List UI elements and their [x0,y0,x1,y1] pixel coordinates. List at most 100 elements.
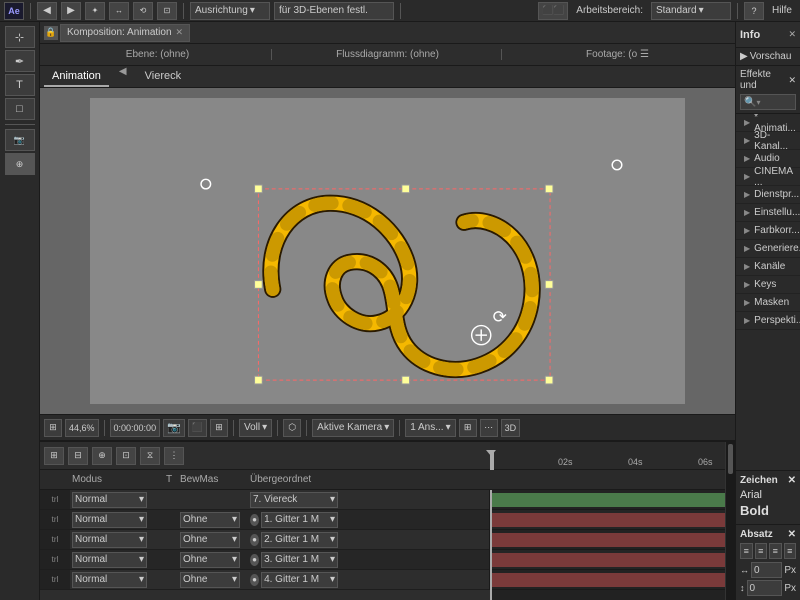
absatz-close-icon[interactable]: ✕ [788,529,796,540]
views-dropdown[interactable]: 1 Ans... ▾ [405,419,455,437]
mode-dropdown-3[interactable]: Normal ▾ [72,532,147,548]
camera-dropdown[interactable]: Aktive Kamera ▾ [312,419,394,437]
effect-3d-kanal[interactable]: 3D-Kanal... [736,132,800,150]
show-render-icon[interactable]: ⬛ [188,419,207,437]
tl-icon2[interactable]: ⊟ [68,447,88,465]
bewmas-dropdown-5[interactable]: Ohne ▾ [180,572,240,588]
quality-dropdown[interactable]: Voll ▾ [239,419,272,437]
orbit-tool[interactable]: ⊕ [5,153,35,175]
mode-dropdown-1[interactable]: Normal ▾ [72,492,147,508]
layer-eye-icon-4[interactable]: ● [250,554,259,566]
layer-name-dropdown-2[interactable]: 1. Gitter 1 M ▾ [261,512,338,528]
tool2-icon[interactable]: ↔ [109,2,129,20]
tl-icon6[interactable]: ⋮ [164,447,184,465]
effect-dienst[interactable]: Dienstpr... [736,186,800,204]
ebene-section: Ebene: (ohne) [44,49,272,60]
grid-icon[interactable]: ⊞ [210,419,228,437]
effect-masken[interactable]: Masken [736,294,800,312]
tab-animation[interactable]: Animation [44,66,109,87]
effect-einstellung[interactable]: Einstellu... [736,204,800,222]
help-icon[interactable]: ? [744,2,764,20]
bewmas-dropdown-3[interactable]: Ohne ▾ [180,532,240,548]
px-input-2[interactable]: 0 [747,580,783,596]
align-justify-icon[interactable]: ≡ [784,543,797,559]
top-toolbar: Ae ◀ ▶ ✦ ↔ ⟲ ⊡ Ausrichtung ▾ für 3D-Eben… [0,0,800,22]
timeline-right: 02s 04s 06s 08s [490,442,735,600]
effects-search[interactable]: 🔍 ▾ [740,94,796,110]
layer-eye-icon-5[interactable]: ● [250,574,259,586]
workspace-dropdown[interactable]: Standard ▾ [651,2,731,20]
playhead[interactable] [490,490,492,600]
more-icon[interactable]: ⋯ [480,419,498,437]
mode-dropdown-4[interactable]: Normal ▾ [72,552,147,568]
ruler-06s: 06s [698,457,713,467]
vorschau-title[interactable]: ▶ Vorschau [740,51,796,62]
effect-cinema[interactable]: CINEMA ... [736,168,800,186]
separator3 [400,3,401,19]
align-center-icon[interactable]: ≡ [755,543,768,559]
effect-keys[interactable]: Keys [736,276,800,294]
expand-icon[interactable]: ⊞ [459,419,477,437]
layer-name-dropdown-4[interactable]: 3. Gitter 1 M ▾ [261,552,338,568]
3d-icon[interactable]: 3D [501,419,521,437]
tool4-icon[interactable]: ⊡ [157,2,177,20]
arrow-right-icon[interactable]: ▶ [61,2,81,20]
snap-icon[interactable]: ⊞ [44,419,62,437]
layer-eye-icon-3[interactable]: ● [250,534,259,546]
render-icon: ⬛⬛ [538,2,568,20]
layer-mode-3: Normal ▾ [70,532,160,548]
px-input-1[interactable]: 0 [751,562,782,578]
lock-icon[interactable]: 🔒 [44,26,58,40]
tl-icon1[interactable]: ⊞ [44,447,64,465]
tab-arrow[interactable]: ◀ [117,66,129,87]
info-close[interactable]: ✕ [788,29,796,40]
timeline-scrollbar[interactable] [725,442,735,600]
tab-viereck[interactable]: Viereck [137,66,189,87]
bar-row-4 [490,550,735,570]
absatz-align-row: ≡ ≡ ≡ ≡ [740,543,796,559]
mode-dropdown-5[interactable]: Normal ▾ [72,572,147,588]
layer-ctrl-2: trl [40,510,70,529]
layer-eye-icon-2[interactable]: ● [250,514,259,526]
align-left-icon[interactable]: ≡ [740,543,753,559]
tool3-icon[interactable]: ⟲ [133,2,153,20]
scrollbar-thumb[interactable] [728,444,733,474]
comp-animation-tab[interactable]: Komposition: Animation ✕ [60,24,190,42]
mode-dropdown-2[interactable]: Normal ▾ [72,512,147,528]
info-title: Info [740,29,760,41]
effekte-close[interactable]: ✕ [788,75,796,86]
tool1-icon[interactable]: ✦ [85,2,105,20]
effect-farbkorr[interactable]: Farbkorr... [736,222,800,240]
camera-tool[interactable]: 📷 [5,129,35,151]
tl-icon5[interactable]: ⧖ [140,447,160,465]
snapshot-icon[interactable]: 📷 [163,419,185,437]
transform-tool[interactable]: ⊹ [5,26,35,48]
alignment-dropdown[interactable]: Ausrichtung ▾ [190,2,270,20]
timecode-btn[interactable]: 0:00:00:00 [110,419,161,437]
left-panel: ⊹ ✒ T □ 📷 ⊕ [0,22,40,600]
layer-ctrl-3: trl [40,530,70,549]
3d-dropdown[interactable]: für 3D-Ebenen festl. [274,2,394,20]
layer-name-dropdown-1[interactable]: 7. Viereck ▾ [250,492,338,508]
effect-perspekti[interactable]: Perspekti... [736,312,800,330]
bewmas-dropdown-4[interactable]: Ohne ▾ [180,552,240,568]
layer-name-dropdown-5[interactable]: 4. Gitter 1 M ▾ [261,572,338,588]
layer-name-dropdown-3[interactable]: 2. Gitter 1 M ▾ [261,532,338,548]
arrow-left-icon[interactable]: ◀ [37,2,57,20]
close-comp-icon[interactable]: ✕ [176,27,184,38]
tl-icon3[interactable]: ⊕ [92,447,112,465]
pen-tool[interactable]: ✒ [5,50,35,72]
zoom-btn[interactable]: 44,6% [65,419,99,437]
zeichen-close-icon[interactable]: ✕ [788,475,796,486]
effect-generiere[interactable]: Generiere... [736,240,800,258]
section-menu-icon[interactable]: ☰ [640,49,649,60]
shape-tool[interactable]: □ [5,98,35,120]
tl-icon4[interactable]: ⊡ [116,447,136,465]
bewmas-dropdown-2[interactable]: Ohne ▾ [180,512,240,528]
comp-viewer[interactable]: ⟳ [40,88,735,414]
effect-kanale[interactable]: Kanäle [736,258,800,276]
timeline-bars [490,490,735,600]
align-right-icon[interactable]: ≡ [769,543,782,559]
mask-icon[interactable]: ⬡ [283,419,301,437]
text-tool[interactable]: T [5,74,35,96]
